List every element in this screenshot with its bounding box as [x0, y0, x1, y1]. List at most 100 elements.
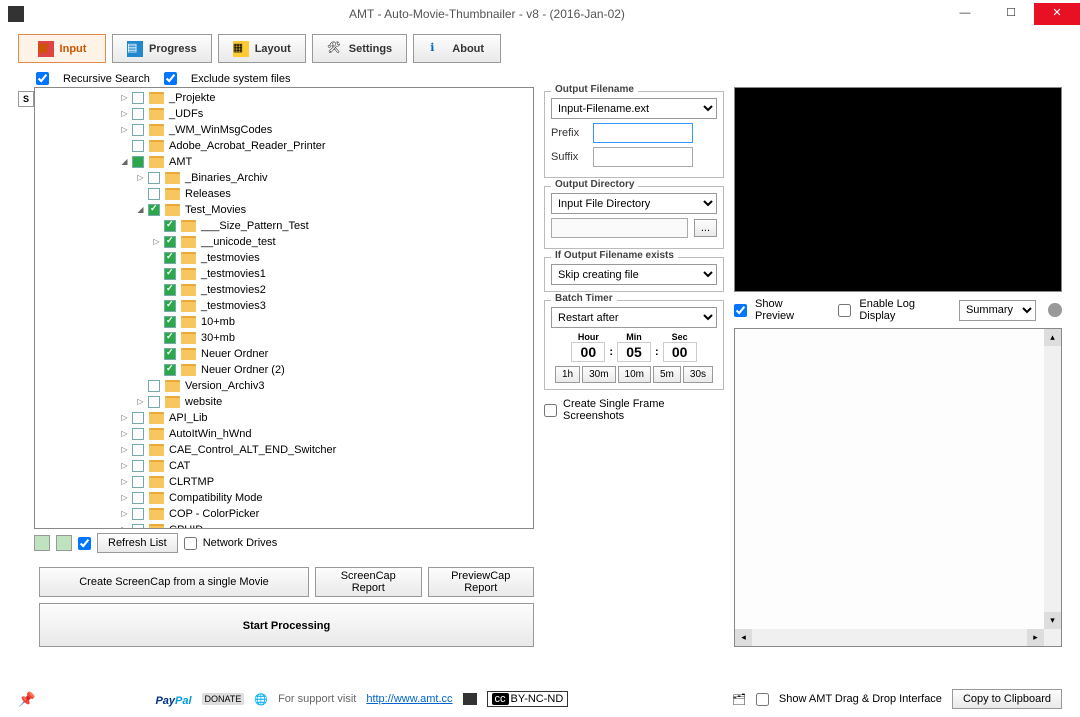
- recursive-search-checkbox[interactable]: [36, 72, 49, 85]
- paypal-logo[interactable]: PayPal: [155, 691, 191, 707]
- dragdrop-checkbox[interactable]: [756, 693, 769, 706]
- tree-node[interactable]: Version_Archiv3: [37, 378, 531, 394]
- previewcap-report-button[interactable]: PreviewCap Report: [428, 567, 535, 597]
- expand-icon[interactable]: ▷: [135, 397, 146, 408]
- expand-icon[interactable]: [151, 301, 162, 312]
- expand-icon[interactable]: [135, 189, 146, 200]
- single-movie-button[interactable]: Create ScreenCap from a single Movie: [39, 567, 309, 597]
- tree-checkbox[interactable]: [132, 412, 144, 424]
- network-drives-checkbox[interactable]: [184, 537, 197, 550]
- expand-icon[interactable]: [151, 269, 162, 280]
- tree-node[interactable]: ▷API_Lib: [37, 410, 531, 426]
- preset-10m[interactable]: 10m: [618, 366, 651, 383]
- tree-node[interactable]: ▷CPUID: [37, 522, 531, 529]
- output-directory-select[interactable]: Input File Directory: [551, 193, 717, 214]
- tree-checkbox[interactable]: [132, 140, 144, 152]
- preset-5m[interactable]: 5m: [653, 366, 681, 383]
- tree-checkbox[interactable]: [132, 492, 144, 504]
- tree-checkbox[interactable]: [148, 396, 160, 408]
- output-filename-select[interactable]: Input-Filename.ext: [551, 98, 717, 119]
- preset-1h[interactable]: 1h: [555, 366, 580, 383]
- support-link[interactable]: http://www.amt.cc: [366, 693, 452, 705]
- tree-node[interactable]: Neuer Ordner (2): [37, 362, 531, 378]
- pin-icon[interactable]: 📌: [18, 691, 35, 708]
- expand-icon[interactable]: ◢: [119, 157, 130, 168]
- tree-checkbox[interactable]: [132, 460, 144, 472]
- suffix-input[interactable]: [593, 147, 693, 167]
- tree-checkbox[interactable]: [132, 524, 144, 529]
- expand-icon[interactable]: ▷: [119, 477, 130, 488]
- screencap-report-button[interactable]: ScreenCap Report: [315, 567, 422, 597]
- dragdrop-icon[interactable]: 🗂: [732, 693, 746, 706]
- refresh-checkbox[interactable]: [78, 537, 91, 550]
- tree-node[interactable]: ▷CLRTMP: [37, 474, 531, 490]
- tree-node[interactable]: Releases: [37, 186, 531, 202]
- tree-checkbox[interactable]: [164, 364, 176, 376]
- expand-icon[interactable]: [151, 349, 162, 360]
- hour-value[interactable]: 00: [571, 342, 605, 362]
- expand-icon[interactable]: ▷: [119, 445, 130, 456]
- tree-checkbox[interactable]: [148, 172, 160, 184]
- tree-node[interactable]: 30+mb: [37, 330, 531, 346]
- donate-badge[interactable]: DONATE: [202, 693, 245, 705]
- tab-layout[interactable]: ▦Layout: [218, 34, 306, 63]
- log-level-select[interactable]: Summary: [959, 300, 1037, 321]
- tree-checkbox[interactable]: [148, 204, 160, 216]
- tree-checkbox[interactable]: [132, 92, 144, 104]
- expand-icon[interactable]: ▷: [119, 429, 130, 440]
- tree-checkbox[interactable]: [132, 428, 144, 440]
- expand-icon[interactable]: ▷: [151, 237, 162, 248]
- expand-icon[interactable]: [151, 333, 162, 344]
- tree-node[interactable]: ▷_UDFs: [37, 106, 531, 122]
- tree-node[interactable]: 10+mb: [37, 314, 531, 330]
- tab-input[interactable]: ▦Input: [18, 34, 106, 63]
- tree-checkbox[interactable]: [132, 108, 144, 120]
- globe-icon[interactable]: 🌐: [254, 693, 268, 706]
- collapse-icon[interactable]: [34, 535, 50, 551]
- tree-node[interactable]: ▷COP - ColorPicker: [37, 506, 531, 522]
- expand-icon[interactable]: ▷: [119, 525, 130, 530]
- tree-checkbox[interactable]: [132, 444, 144, 456]
- scroll-down-icon[interactable]: ▾: [1044, 612, 1061, 629]
- close-button[interactable]: ✕: [1034, 3, 1080, 25]
- tree-node[interactable]: Adobe_Acrobat_Reader_Printer: [37, 138, 531, 154]
- tree-checkbox[interactable]: [164, 236, 176, 248]
- sec-value[interactable]: 00: [663, 342, 697, 362]
- tree-checkbox[interactable]: [132, 508, 144, 520]
- expand-icon[interactable]: ▷: [119, 109, 130, 120]
- expand-icon[interactable]: ▷: [119, 509, 130, 520]
- tree-checkbox[interactable]: [148, 380, 160, 392]
- tree-node[interactable]: ◢AMT: [37, 154, 531, 170]
- expand-icon[interactable]: ▷: [119, 413, 130, 424]
- prefix-input[interactable]: [593, 123, 693, 143]
- tree-node[interactable]: _testmovies1: [37, 266, 531, 282]
- preset-30s[interactable]: 30s: [683, 366, 713, 383]
- tree-checkbox[interactable]: [164, 268, 176, 280]
- tree-checkbox[interactable]: [132, 124, 144, 136]
- single-frame-checkbox[interactable]: [544, 404, 557, 417]
- expand-icon[interactable]: [151, 285, 162, 296]
- expand-icon[interactable]: [135, 381, 146, 392]
- browse-button[interactable]: ...: [694, 219, 717, 237]
- tab-settings[interactable]: 🛠Settings: [312, 34, 407, 63]
- minimize-button[interactable]: —: [942, 3, 988, 25]
- expand-icon[interactable]: [119, 141, 130, 152]
- min-value[interactable]: 05: [617, 342, 651, 362]
- log-area[interactable]: ▴▾ ◂▸: [734, 328, 1062, 647]
- expand-icon[interactable]: ▷: [119, 461, 130, 472]
- tree-checkbox[interactable]: [164, 300, 176, 312]
- tree-node[interactable]: ___Size_Pattern_Test: [37, 218, 531, 234]
- tree-node[interactable]: _testmovies: [37, 250, 531, 266]
- tree-node[interactable]: ▷__unicode_test: [37, 234, 531, 250]
- tree-node[interactable]: _testmovies3: [37, 298, 531, 314]
- tree-node[interactable]: ▷_WM_WinMsgCodes: [37, 122, 531, 138]
- expand-icon[interactable]: ◢: [135, 205, 146, 216]
- expand-icon[interactable]: ▷: [135, 173, 146, 184]
- tree-node[interactable]: ◢Test_Movies: [37, 202, 531, 218]
- preset-30m[interactable]: 30m: [582, 366, 615, 383]
- enable-log-checkbox[interactable]: [838, 304, 851, 317]
- refresh-list-button[interactable]: Refresh List: [97, 533, 178, 553]
- expand-icon[interactable]: ▷: [119, 125, 130, 136]
- tree-checkbox[interactable]: [164, 316, 176, 328]
- expand-icon[interactable]: [151, 221, 162, 232]
